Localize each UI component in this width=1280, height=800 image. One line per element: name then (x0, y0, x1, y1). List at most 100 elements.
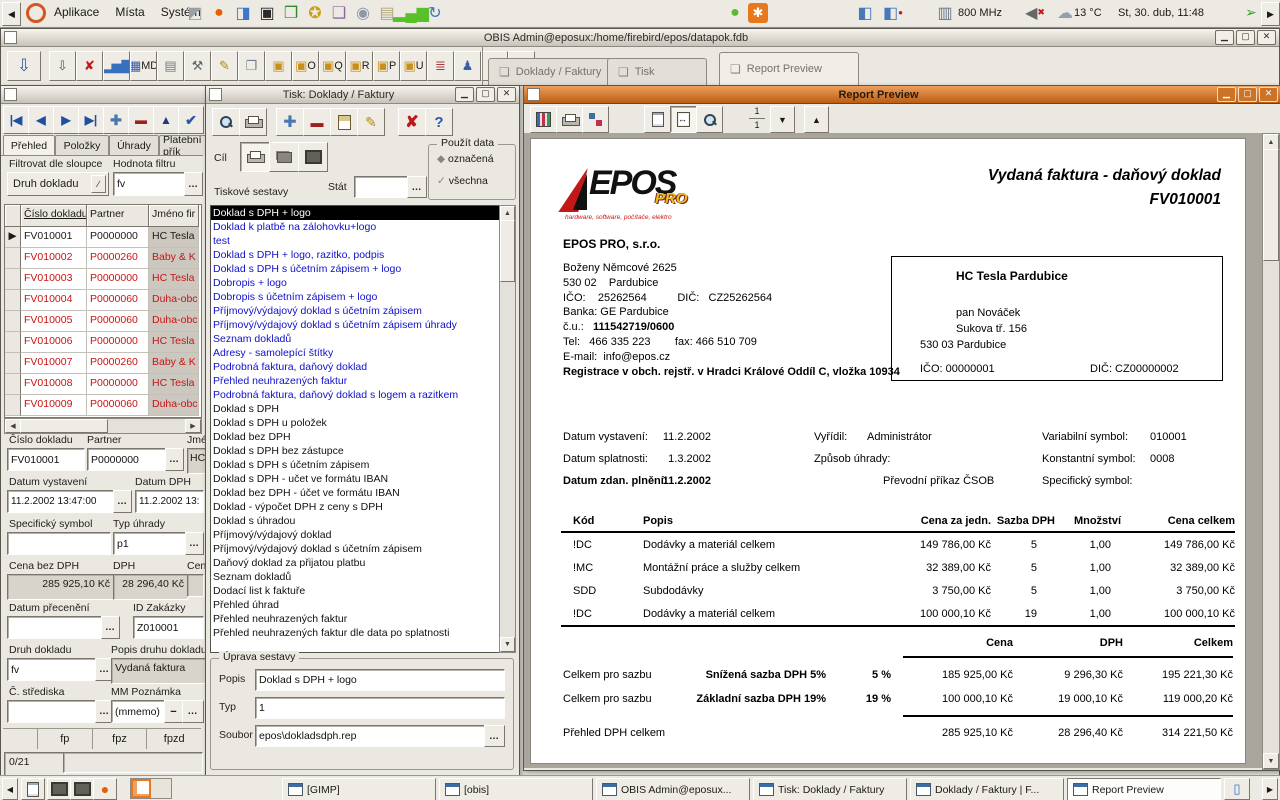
trash-applet[interactable]: ▯ (1224, 778, 1250, 800)
datum-vystaveni-picker-button[interactable]: … (113, 490, 132, 513)
soubor-input[interactable] (256, 726, 490, 746)
preview-window-titlebar[interactable]: Report Preview ▁ ▢ ✕ (524, 86, 1280, 104)
user-switch-icon[interactable]: ➢ (1240, 2, 1262, 23)
target-printer-button[interactable] (240, 142, 270, 172)
toolbar-button[interactable]: ▣U (400, 51, 427, 81)
firefox-launcher[interactable]: ● (93, 778, 117, 800)
launcher-icon[interactable]: ◉ (352, 2, 374, 23)
launcher-icon[interactable]: ▣ (256, 2, 278, 23)
table-row[interactable]: ▶ FV010001 P0000000 HC Tesla (5, 227, 201, 248)
tab-polozky[interactable]: Položky (55, 135, 109, 155)
toolbar-button[interactable]: ▣R (346, 51, 373, 81)
print-window-titlebar[interactable]: Tisk: Doklady / Faktury ▁ ▢ ✕ (206, 86, 519, 104)
quick-filter-fp[interactable]: fp (38, 729, 93, 749)
table-row[interactable]: FV010003 P0000000 HC Tesla (5, 269, 201, 290)
quick-filter-fpz[interactable]: fpz (93, 729, 148, 749)
print-button[interactable] (239, 108, 267, 136)
grid-header-partner[interactable]: Partner (87, 205, 149, 227)
table-row[interactable]: FV010007 P0000260 Baby & K (5, 353, 201, 374)
taskbar-window-button[interactable]: [obis] (439, 778, 593, 800)
workspace-switcher[interactable] (130, 778, 172, 799)
taskbar-window-button[interactable]: [GIMP] (282, 778, 436, 800)
launcher-icon[interactable]: ◩ (184, 2, 206, 23)
preview-vscrollbar[interactable]: ▲ ▼ (1262, 133, 1280, 770)
list-item[interactable]: Doklad s DPH s účetním zápisem (211, 458, 499, 472)
prev-page-button[interactable]: ▲ (804, 106, 829, 133)
option-all[interactable]: ✓ všechna (437, 175, 488, 187)
list-item[interactable]: Doklad - výpočet DPH z ceny s DPH (211, 500, 499, 514)
partner-input[interactable] (88, 449, 172, 470)
toolbar-button[interactable]: ▦MD (130, 51, 157, 81)
list-item[interactable]: Přehled neuhrazených faktur (211, 374, 499, 388)
popis-input[interactable] (256, 670, 510, 690)
filter-column-dropdown-icon[interactable]: ∕ (91, 175, 106, 193)
option-marked[interactable]: ◆ označená (437, 153, 494, 165)
exit-preview-button[interactable] (530, 106, 557, 133)
export-button[interactable] (582, 106, 609, 133)
print-button[interactable] (556, 106, 583, 133)
taskbar-window-button[interactable]: Tisk: Doklady / Faktury (753, 778, 907, 800)
tab-uhrady[interactable]: Úhrady (109, 135, 159, 155)
notes-launcher[interactable] (21, 778, 45, 800)
launcher-icon[interactable]: ↻ (424, 2, 446, 23)
poznamka-clear-button[interactable]: − (164, 700, 183, 723)
list-item[interactable]: Daňový doklad za přijatou platbu (211, 556, 499, 570)
terminal-launcher[interactable] (47, 778, 71, 800)
filter-value-input[interactable] (114, 173, 190, 195)
target-screen-button[interactable] (298, 142, 328, 172)
list-item[interactable]: Doklad s DPH - učet ve formátu IBAN (211, 472, 499, 486)
toolbar-button[interactable]: ⇩ (49, 51, 76, 81)
state-picker-button[interactable]: … (407, 176, 427, 198)
window-menu-icon[interactable] (4, 88, 17, 101)
next-record-button[interactable]: ▶ (53, 106, 79, 134)
remove-report-button[interactable]: ▬ (303, 108, 331, 136)
panel-hide-right-button[interactable]: ▶ (1261, 2, 1280, 26)
workrave-icon[interactable]: ✱ (748, 3, 768, 23)
grid-hscrollbar[interactable]: ◀ ▶ (4, 418, 202, 434)
taskbar-scroll-left-button[interactable]: ◀ (2, 778, 18, 800)
poznamka-input[interactable] (112, 701, 170, 722)
report-list[interactable]: Doklad s DPH + logoDoklad k platbě na zá… (210, 205, 500, 653)
close-button[interactable]: ✕ (497, 87, 516, 102)
launcher-icon[interactable]: ● (208, 2, 230, 23)
table-row[interactable]: FV010004 P0000060 Duha-obc (5, 290, 201, 311)
list-item[interactable]: Doklad s DPH + logo (211, 206, 499, 220)
maximize-button[interactable]: ▢ (476, 87, 495, 102)
close-print-button[interactable]: ✘ (398, 108, 426, 136)
filter-column-select[interactable]: Druh dokladu ∕ (7, 172, 109, 196)
quick-filter-cell[interactable] (3, 729, 38, 749)
zoom-button[interactable] (696, 106, 723, 133)
list-item[interactable]: Doklad s úhradou (211, 514, 499, 528)
edit-report-button[interactable]: ✎ (357, 108, 385, 136)
grid-header-jmeno[interactable]: Jméno fir (149, 205, 199, 227)
launcher-icon[interactable]: ▂▄▆ (400, 2, 422, 23)
taskbar-window-button[interactable]: Report Preview (1067, 778, 1221, 800)
list-item[interactable]: Příjmový/výdajový doklad s účetním zápis… (211, 318, 499, 332)
launcher-icon[interactable]: ❒ (280, 2, 302, 23)
network-icon[interactable]: ◧ (854, 2, 876, 23)
add-record-button[interactable]: ✚ (103, 106, 129, 134)
toolbar-button[interactable]: ♟ (454, 51, 481, 81)
add-report-button[interactable]: ✚ (276, 108, 304, 136)
list-item[interactable]: Příjmový/výdajový doklad (211, 528, 499, 542)
tab-doklady-faktury[interactable]: ❏ Doklady / Faktury (488, 58, 626, 85)
taskbar-window-button[interactable]: OBIS Admin@eposux... (596, 778, 750, 800)
list-item[interactable]: Adresy - samolepící štítky (211, 346, 499, 360)
menu-applications[interactable]: Aplikace (46, 1, 107, 23)
launcher-icon[interactable]: ❑ (328, 2, 350, 23)
target-file-button[interactable] (269, 142, 299, 172)
list-item[interactable]: Přehled neuhrazených faktur (211, 612, 499, 626)
datum-dph-input[interactable] (136, 491, 209, 512)
toolbar-button[interactable]: ▤ (157, 51, 184, 81)
table-row[interactable]: FV010009 P0000060 Duha-obc (5, 395, 201, 416)
confirm-record-button[interactable]: ✔ (178, 106, 204, 134)
toolbar-button[interactable]: ✎ (211, 51, 238, 81)
main-window-titlebar[interactable]: OBIS Admin@eposux:/home/firebird/epos/da… (1, 29, 1279, 47)
maximize-button[interactable]: ▢ (1238, 87, 1257, 102)
tab-platebni-prikazy[interactable]: Platební přík (159, 135, 210, 155)
taskbar-scroll-right-button[interactable]: ▶ (1262, 778, 1278, 800)
toolbar-button[interactable]: ▣ (265, 51, 292, 81)
list-item[interactable]: Přehled úhrad (211, 598, 499, 612)
list-item[interactable]: Doklad s DPH s účetním zápisem + logo (211, 262, 499, 276)
typ-input[interactable] (256, 698, 510, 718)
